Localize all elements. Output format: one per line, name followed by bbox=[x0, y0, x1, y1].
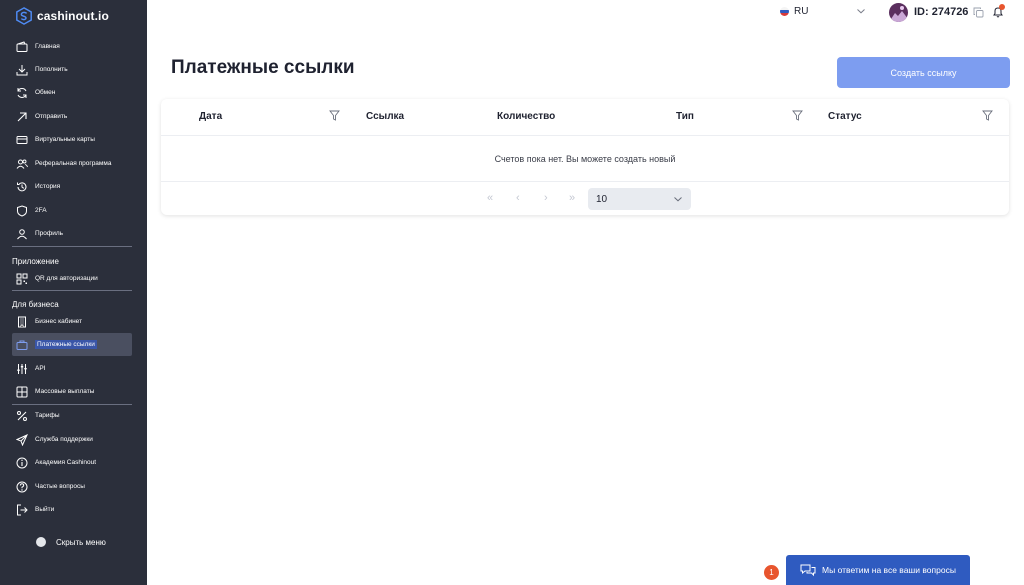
info-icon bbox=[16, 457, 28, 468]
sidebar-divider bbox=[12, 246, 132, 247]
hide-menu-toggle[interactable]: Скрыть меню bbox=[36, 537, 106, 547]
sliders-icon bbox=[17, 363, 27, 374]
sidebar-item-referral[interactable]: Реферальная программа bbox=[12, 152, 132, 175]
chat-bubbles-icon bbox=[800, 564, 816, 577]
sidebar-item-profile[interactable]: Профиль bbox=[12, 222, 132, 245]
column-amount: Количество bbox=[497, 111, 556, 122]
download-icon bbox=[16, 64, 28, 75]
toggle-dot-icon bbox=[36, 537, 46, 547]
briefcase-icon bbox=[16, 340, 28, 350]
sidebar-item-2fa[interactable]: 2FA bbox=[12, 199, 132, 222]
table-header: Дата Ссылка Количество Тип Статус bbox=[161, 99, 1009, 136]
sidebar-item-logout[interactable]: Выйти bbox=[12, 498, 132, 521]
card-icon bbox=[16, 135, 28, 144]
column-link: Ссылка bbox=[366, 111, 405, 122]
history-icon bbox=[17, 181, 27, 191]
section-label-app: Приложение bbox=[12, 257, 59, 266]
sidebar-item-exchange[interactable]: Обмен bbox=[12, 81, 132, 104]
first-page-icon[interactable]: « bbox=[487, 192, 493, 204]
cashinout-logo-icon bbox=[16, 7, 32, 25]
chat-unread-badge: 1 bbox=[764, 565, 779, 580]
sidebar-item-send[interactable]: Отправить bbox=[12, 105, 132, 128]
notification-badge bbox=[999, 4, 1005, 10]
column-status: Статус bbox=[828, 111, 862, 122]
avatar[interactable] bbox=[889, 3, 908, 22]
sidebar-divider bbox=[12, 290, 132, 291]
building-icon bbox=[18, 316, 26, 327]
send-arrow-icon bbox=[17, 111, 27, 121]
filter-icon[interactable] bbox=[982, 110, 993, 121]
paper-plane-icon bbox=[16, 433, 28, 446]
user-id: ID: 274726 bbox=[914, 6, 969, 18]
question-icon bbox=[16, 481, 28, 492]
pagination: « ‹ › » 10 bbox=[161, 182, 1009, 215]
last-page-icon[interactable]: » bbox=[569, 192, 575, 204]
brand-name: cashinout.io bbox=[37, 9, 109, 23]
column-type: Тип bbox=[676, 111, 694, 122]
logout-icon bbox=[17, 504, 28, 515]
section-label-business: Для бизнеса bbox=[12, 300, 59, 309]
sidebar-item-qr-auth[interactable]: QR для авторизации bbox=[12, 267, 132, 290]
sidebar-item-history[interactable]: История bbox=[12, 175, 132, 198]
sidebar-item-virtual-cards[interactable]: Виртуальные карты bbox=[12, 128, 132, 151]
sidebar-item-mass-payouts[interactable]: Массовые выплаты bbox=[12, 380, 132, 403]
next-page-icon[interactable]: › bbox=[544, 192, 548, 204]
sidebar-item-support[interactable]: Служба поддержки bbox=[12, 428, 132, 451]
sidebar-item-academy[interactable]: Академия Cashinout bbox=[12, 451, 132, 474]
prev-page-icon[interactable]: ‹ bbox=[516, 192, 520, 204]
page-title: Платежные ссылки bbox=[171, 57, 355, 78]
wallet-icon bbox=[16, 40, 28, 52]
filter-icon[interactable] bbox=[792, 110, 803, 121]
users-icon bbox=[16, 159, 28, 169]
qr-icon bbox=[16, 273, 28, 284]
sidebar-item-payment-links[interactable]: Платежные ссылки bbox=[12, 333, 132, 356]
chevron-down-icon[interactable] bbox=[856, 6, 866, 16]
create-link-button[interactable]: Создать ссылку bbox=[837, 57, 1010, 88]
column-date: Дата bbox=[199, 111, 223, 122]
copy-icon[interactable] bbox=[973, 7, 984, 18]
brand-logo[interactable]: cashinout.io bbox=[15, 7, 109, 25]
empty-state-row: Счетов пока нет. Вы можете создать новый bbox=[161, 136, 1009, 182]
percent-icon bbox=[17, 410, 27, 421]
per-page-select[interactable]: 10 bbox=[588, 188, 691, 210]
grid-icon bbox=[16, 386, 28, 397]
exchange-icon bbox=[17, 87, 27, 98]
user-icon bbox=[17, 228, 27, 239]
shield-icon bbox=[17, 204, 27, 217]
avatar-image-icon bbox=[889, 6, 908, 22]
sidebar-item-home[interactable]: Главная bbox=[12, 35, 132, 58]
sidebar-item-deposit[interactable]: Пополнить bbox=[12, 58, 132, 81]
chevron-down-icon bbox=[674, 197, 682, 202]
sidebar-item-faq[interactable]: Частые вопросы bbox=[12, 475, 132, 498]
payment-links-table: Дата Ссылка Количество Тип Статус Счетов… bbox=[161, 99, 1009, 215]
empty-state-text: Счетов пока нет. Вы можете создать новый bbox=[494, 153, 676, 164]
language-selector[interactable]: RU bbox=[780, 6, 808, 17]
russia-flag-icon bbox=[780, 7, 789, 16]
sidebar-item-tariffs[interactable]: Тарифы bbox=[12, 404, 132, 427]
support-chat-button[interactable]: Мы ответим на все ваши вопросы bbox=[786, 555, 970, 585]
sidebar-item-api[interactable]: API bbox=[12, 357, 132, 380]
sidebar-item-business-cabinet[interactable]: Бизнес кабинет bbox=[12, 310, 132, 333]
filter-icon[interactable] bbox=[329, 110, 340, 121]
sidebar: cashinout.io Главная Пополнить Обмен Отп… bbox=[0, 0, 147, 585]
